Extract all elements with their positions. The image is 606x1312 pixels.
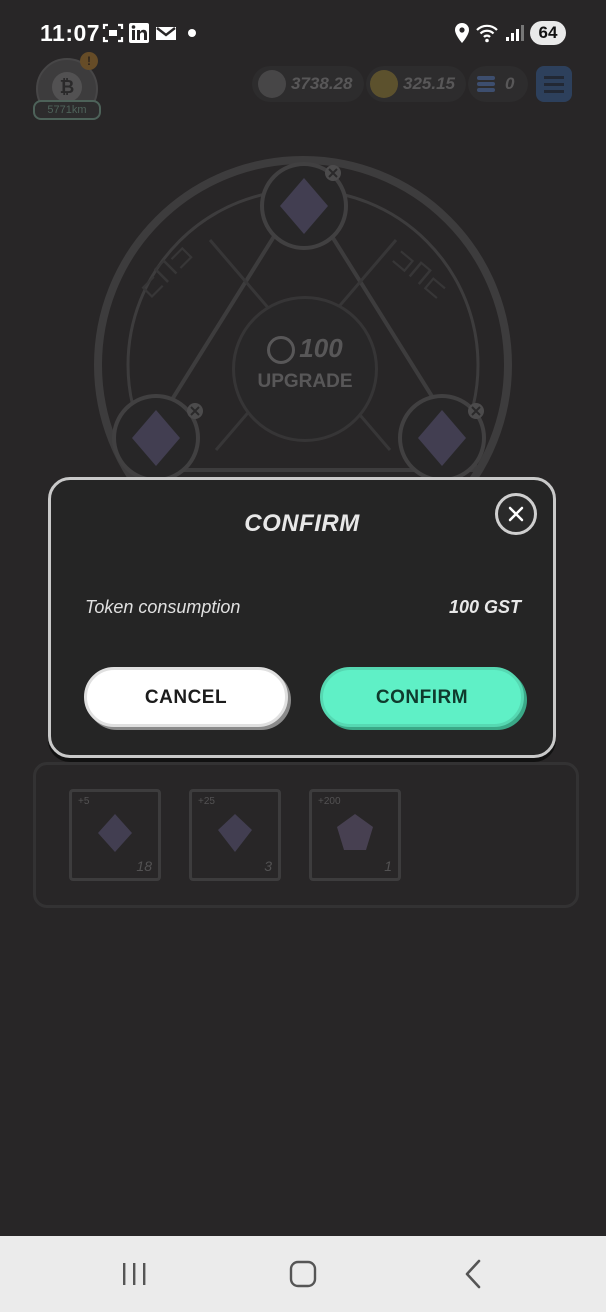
- token-consumption-value: 100 GST: [448, 597, 521, 617]
- status-time: 11:07: [40, 20, 101, 46]
- dialog-title: CONFIRM: [244, 510, 360, 537]
- gem-icon: [337, 814, 373, 850]
- upgrade-button[interactable]: 100 UPGRADE: [232, 296, 378, 442]
- gst-coin-icon: [258, 70, 286, 98]
- gmail-icon: [156, 27, 176, 40]
- dot-icon: [188, 29, 196, 37]
- gem-icon: [98, 814, 132, 852]
- bitcoin-icon: ₿: [52, 72, 82, 102]
- location-icon: [455, 23, 469, 43]
- inventory-slot[interactable]: +200 1: [309, 789, 401, 881]
- cancel-button[interactable]: CANCEL: [84, 667, 288, 727]
- signal-icon: [506, 25, 524, 41]
- back-icon[interactable]: [460, 1258, 486, 1290]
- gmt-coin-icon: [370, 70, 398, 98]
- slot-bonus: +5: [78, 796, 90, 807]
- home-icon[interactable]: [286, 1258, 320, 1290]
- system-nav-bar: [0, 1236, 606, 1312]
- upgrade-amount: 100: [235, 333, 375, 365]
- menu-button[interactable]: [536, 66, 572, 102]
- menu-icon: [544, 76, 564, 93]
- screenshot-icon: [102, 23, 124, 43]
- slot-count: 3: [264, 858, 272, 874]
- gem-inventory: +5 18 +25 3 +200 1: [33, 762, 579, 908]
- gmt-balance: 325.15: [403, 74, 455, 93]
- linkedin-icon: [129, 23, 149, 43]
- wifi-icon: [476, 24, 498, 43]
- gst-balance: 3738.28: [291, 74, 353, 93]
- token-consumption-label: Token consumption: [85, 597, 241, 617]
- battery-indicator: 64: [530, 21, 566, 45]
- distance-badge: 5771km: [33, 100, 101, 120]
- gst-coin-icon: [267, 336, 296, 365]
- slot-count: 18: [136, 858, 152, 874]
- stack-balance: 0: [505, 74, 515, 93]
- gem-icon: [218, 814, 252, 852]
- remove-icon[interactable]: [324, 164, 342, 182]
- slot-bonus: +200: [318, 796, 341, 807]
- remove-icon[interactable]: [186, 402, 204, 420]
- recent-apps-icon[interactable]: [118, 1260, 150, 1288]
- inventory-slot[interactable]: +5 18: [69, 789, 161, 881]
- slot-bonus: +25: [198, 796, 215, 807]
- inventory-slot[interactable]: +25 3: [189, 789, 281, 881]
- close-button[interactable]: [495, 493, 537, 535]
- svg-text:⊐Π⊏: ⊐Π⊏: [386, 242, 454, 306]
- close-icon: [508, 506, 524, 522]
- alert-badge: !: [80, 52, 98, 70]
- stack-icon: [477, 76, 495, 92]
- upgrade-label: UPGRADE: [257, 371, 353, 392]
- remove-icon[interactable]: [467, 402, 485, 420]
- confirm-dialog: CONFIRM Token consumption 100 GST CANCEL…: [48, 477, 556, 758]
- confirm-button[interactable]: CONFIRM: [320, 667, 524, 727]
- slot-count: 1: [384, 858, 392, 874]
